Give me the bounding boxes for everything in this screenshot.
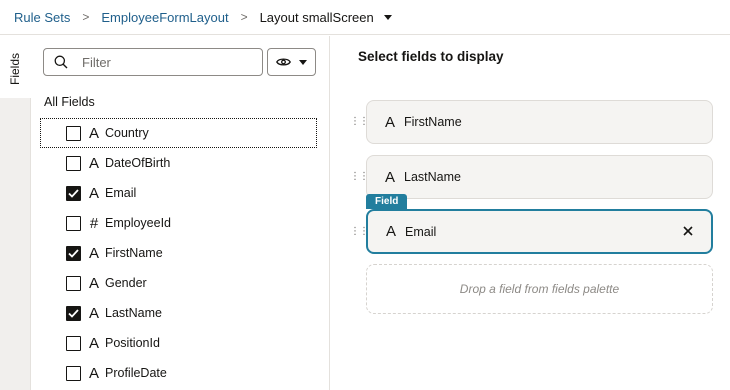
field-label: Email xyxy=(105,186,137,200)
checkbox[interactable] xyxy=(66,215,81,231)
layout-canvas: Select fields to display ⋮⋮⋮ A FirstName… xyxy=(331,36,730,390)
field-row-lastname[interactable]: A LastName xyxy=(40,298,317,328)
filter-field[interactable] xyxy=(43,48,263,76)
selected-field-badge: Field xyxy=(366,194,408,209)
checkbox[interactable] xyxy=(66,275,81,291)
checkbox-checked[interactable] xyxy=(66,305,81,321)
drop-zone[interactable]: Drop a field from fields palette xyxy=(366,264,713,314)
text-type-icon: A xyxy=(384,168,395,186)
canvas-title: Select fields to display xyxy=(358,49,504,64)
layout-field-email[interactable]: A Email xyxy=(366,209,713,254)
chevron-down-icon xyxy=(299,59,307,65)
field-row-profiledate[interactable]: A ProfileDate xyxy=(40,358,317,388)
breadcrumb-current-layout: Layout smallScreen xyxy=(259,9,374,25)
breadcrumb-employee-form-layout[interactable]: EmployeeFormLayout xyxy=(101,10,228,25)
text-type-icon: A xyxy=(88,364,99,382)
breadcrumb-rule-sets[interactable]: Rule Sets xyxy=(14,10,70,25)
text-type-icon: A xyxy=(384,113,395,131)
all-fields-heading: All Fields xyxy=(44,95,95,109)
field-row-email[interactable]: A Email xyxy=(40,178,317,208)
breadcrumb-separator-icon: > xyxy=(82,10,90,24)
field-label: FirstName xyxy=(105,246,163,260)
tab-fields[interactable]: Fields xyxy=(0,36,31,98)
field-label: PositionId xyxy=(105,336,160,350)
checkbox[interactable] xyxy=(66,155,81,171)
breadcrumb-separator-icon: > xyxy=(240,10,248,24)
field-row-employeeid[interactable]: # EmployeeId xyxy=(40,208,317,238)
field-row-positionid[interactable]: A PositionId xyxy=(40,328,317,358)
visibility-menu-button[interactable] xyxy=(267,48,316,76)
slot-label: FirstName xyxy=(404,115,462,129)
breadcrumb: Rule Sets > EmployeeFormLayout > Layout … xyxy=(0,0,730,35)
layout-field-firstname[interactable]: A FirstName xyxy=(366,100,713,144)
field-label: DateOfBirth xyxy=(105,156,171,170)
text-type-icon: A xyxy=(88,184,99,202)
field-label: Country xyxy=(105,126,149,140)
field-list: A Country A DateOfBirth A Email # Employ… xyxy=(40,118,317,388)
eye-icon xyxy=(276,58,291,66)
check-icon xyxy=(68,248,79,258)
field-row-dateofbirth[interactable]: A DateOfBirth xyxy=(40,148,317,178)
side-tab-rail: Fields xyxy=(0,36,31,390)
slot-label: Email xyxy=(405,224,437,239)
checkbox-checked[interactable] xyxy=(66,245,81,261)
check-icon xyxy=(68,308,79,318)
drop-hint: Drop a field from fields palette xyxy=(459,282,620,296)
text-type-icon: A xyxy=(88,274,99,292)
field-label: EmployeeId xyxy=(105,216,172,230)
fields-palette: All Fields A Country A DateOfBirth A Ema… xyxy=(31,36,330,390)
field-label: ProfileDate xyxy=(105,366,167,380)
text-type-icon: A xyxy=(385,223,396,240)
text-type-icon: A xyxy=(88,124,99,142)
layout-menu-chevron-down-icon[interactable] xyxy=(383,14,392,20)
field-row-country[interactable]: A Country xyxy=(40,118,317,148)
tab-fields-label: Fields xyxy=(8,52,22,85)
close-icon[interactable] xyxy=(680,223,696,239)
text-type-icon: A xyxy=(88,334,99,352)
search-icon xyxy=(54,55,68,69)
checkbox[interactable] xyxy=(66,365,81,381)
filter-input[interactable] xyxy=(82,54,252,70)
check-icon xyxy=(68,188,79,198)
checkbox[interactable] xyxy=(66,335,81,351)
checkbox[interactable] xyxy=(66,125,81,141)
slot-label: LastName xyxy=(404,170,461,184)
text-type-icon: A xyxy=(88,154,99,172)
field-row-gender[interactable]: A Gender xyxy=(40,268,317,298)
text-type-icon: A xyxy=(88,304,99,322)
field-row-firstname[interactable]: A FirstName xyxy=(40,238,317,268)
field-label: Gender xyxy=(105,276,147,290)
checkbox-checked[interactable] xyxy=(66,185,81,201)
number-type-icon: # xyxy=(89,214,99,232)
text-type-icon: A xyxy=(88,244,99,262)
layout-field-lastname[interactable]: A LastName xyxy=(366,155,713,199)
field-label: LastName xyxy=(105,306,162,320)
